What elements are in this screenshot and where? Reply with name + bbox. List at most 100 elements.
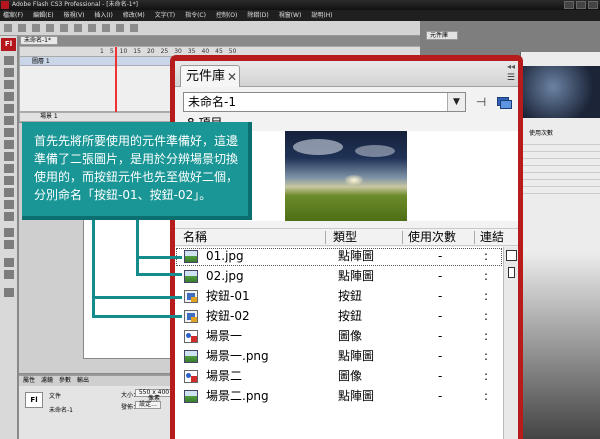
document-select-value: 未命名-1 bbox=[188, 95, 236, 109]
collapse-icon[interactable]: ◂◂ bbox=[507, 62, 515, 71]
tab-parameters[interactable]: 參數 bbox=[59, 376, 71, 386]
snap-icon[interactable] bbox=[130, 24, 138, 32]
column-name-header[interactable]: 名稱 bbox=[183, 229, 207, 246]
menu-edit[interactable]: 編輯(E) bbox=[33, 10, 53, 21]
menu-modify[interactable]: 修改(M) bbox=[123, 10, 145, 21]
publish-settings-button[interactable]: 設定... bbox=[135, 401, 161, 409]
list-item[interactable] bbox=[521, 138, 600, 145]
library-item-02-jpg[interactable]: 02.jpg 點陣圖 - : bbox=[175, 267, 503, 287]
narrow-view-icon[interactable] bbox=[508, 267, 515, 278]
menu-control[interactable]: 控制(O) bbox=[216, 10, 237, 21]
brush-tool-icon[interactable] bbox=[4, 164, 14, 173]
column-type-header[interactable]: 類型 bbox=[333, 229, 357, 246]
graphic-symbol-icon bbox=[184, 330, 198, 343]
library-item-scene-one[interactable]: 場景一 圖像 - : bbox=[175, 327, 503, 347]
tab-properties[interactable]: 屬性 bbox=[23, 376, 35, 386]
panel-menu-icon[interactable]: ☰ bbox=[507, 73, 515, 83]
new-library-panel-icon[interactable] bbox=[495, 93, 513, 111]
menu-view[interactable]: 檢視(V) bbox=[64, 10, 85, 21]
redo-icon[interactable] bbox=[116, 24, 124, 32]
cut-icon[interactable] bbox=[60, 24, 68, 32]
column-divider[interactable] bbox=[474, 231, 475, 244]
hand-tool-icon[interactable] bbox=[4, 228, 14, 237]
document-size-button[interactable]: 550 x 400 像素 bbox=[135, 389, 173, 402]
undo-icon[interactable] bbox=[102, 24, 110, 32]
column-linkage-header[interactable]: 連結 bbox=[480, 229, 504, 246]
column-headers: 名稱 類型 使用次數 連結 bbox=[175, 228, 518, 246]
menu-help[interactable]: 說明(H) bbox=[311, 10, 332, 21]
paste-icon[interactable] bbox=[88, 24, 96, 32]
chevron-down-icon[interactable]: ▼ bbox=[447, 93, 465, 111]
new-file-icon[interactable] bbox=[4, 24, 12, 32]
library-item-scene-two-png[interactable]: 場景二.png 點陣圖 - : bbox=[175, 387, 503, 407]
list-item[interactable] bbox=[521, 152, 600, 159]
item-type: 點陣圖 bbox=[338, 389, 375, 403]
line-tool-icon[interactable] bbox=[4, 128, 14, 137]
copy-icon[interactable] bbox=[74, 24, 82, 32]
list-item[interactable] bbox=[521, 173, 600, 180]
pen-tool-icon[interactable] bbox=[4, 104, 14, 113]
wide-view-icon[interactable] bbox=[506, 250, 517, 261]
list-item[interactable] bbox=[521, 187, 600, 194]
paint-bucket-tool-icon[interactable] bbox=[4, 188, 14, 197]
library-item-01-jpg[interactable]: 01.jpg 點陣圖 - : bbox=[175, 247, 503, 267]
rectangle-tool-icon[interactable] bbox=[4, 140, 14, 149]
menu-insert[interactable]: 插入(I) bbox=[94, 10, 112, 21]
free-transform-tool-icon[interactable] bbox=[4, 80, 14, 89]
close-window-button[interactable] bbox=[588, 1, 598, 9]
playhead[interactable] bbox=[115, 47, 117, 113]
selection-tool-icon[interactable] bbox=[4, 56, 14, 65]
stroke-color-icon[interactable] bbox=[4, 258, 14, 267]
document-tab[interactable]: 未命名-1* bbox=[20, 36, 58, 45]
maximize-button[interactable] bbox=[576, 1, 586, 9]
lasso-tool-icon[interactable] bbox=[4, 92, 14, 101]
item-name: 場景一.png bbox=[206, 349, 269, 363]
text-tool-icon[interactable] bbox=[4, 116, 14, 125]
list-item[interactable] bbox=[521, 166, 600, 173]
dock-tab-library[interactable]: 元件庫 bbox=[426, 31, 458, 40]
menu-commands[interactable]: 指令(C) bbox=[185, 10, 206, 21]
tab-filters[interactable]: 濾鏡 bbox=[41, 376, 53, 386]
snap-option-icon[interactable] bbox=[4, 288, 14, 297]
tab-output[interactable]: 輸出 bbox=[77, 376, 89, 386]
eraser-tool-icon[interactable] bbox=[4, 212, 14, 221]
column-divider[interactable] bbox=[402, 231, 403, 244]
eyedropper-tool-icon[interactable] bbox=[4, 200, 14, 209]
menu-window[interactable]: 視窗(W) bbox=[279, 10, 302, 21]
list-item[interactable] bbox=[521, 159, 600, 166]
connector-line bbox=[92, 220, 95, 318]
pin-library-icon[interactable]: ⊣ bbox=[472, 93, 490, 111]
minimize-button[interactable] bbox=[564, 1, 574, 9]
subselection-tool-icon[interactable] bbox=[4, 68, 14, 77]
menu-debug[interactable]: 除錯(D) bbox=[247, 10, 268, 21]
item-linkage: : bbox=[484, 289, 489, 303]
pencil-tool-icon[interactable] bbox=[4, 152, 14, 161]
list-item[interactable] bbox=[521, 145, 600, 152]
menu-file[interactable]: 檔案(F) bbox=[3, 10, 23, 21]
save-icon[interactable] bbox=[32, 24, 40, 32]
library-item-button-02[interactable]: 按鈕-02 按鈕 - : bbox=[175, 307, 503, 327]
zoom-tool-icon[interactable] bbox=[4, 240, 14, 249]
print-icon[interactable] bbox=[46, 24, 54, 32]
menu-text[interactable]: 文字(T) bbox=[155, 10, 175, 21]
column-divider[interactable] bbox=[325, 231, 326, 244]
library-tab[interactable]: 元件庫 ✕ bbox=[180, 65, 240, 87]
dock-library-panel: 使用次數 bbox=[520, 52, 600, 439]
item-name: 場景二.png bbox=[206, 389, 269, 403]
layer-name[interactable]: 圖層 1 bbox=[32, 57, 50, 66]
connector-line bbox=[92, 315, 182, 318]
list-item[interactable] bbox=[521, 180, 600, 187]
library-panel-body: 元件庫 ✕ ◂◂ ☰ 未命名-1 ▼ ⊣ 8 項目 名稱 類型 bbox=[175, 61, 518, 439]
ink-bottle-tool-icon[interactable] bbox=[4, 176, 14, 185]
library-item-scene-one-png[interactable]: 場景一.png 點陣圖 - : bbox=[175, 347, 503, 367]
bitmap-icon bbox=[184, 350, 198, 363]
column-use-count-header[interactable]: 使用次數 bbox=[408, 229, 456, 246]
library-item-button-01[interactable]: 按鈕-01 按鈕 - : bbox=[175, 287, 503, 307]
fill-color-icon[interactable] bbox=[4, 270, 14, 279]
library-item-scene-two[interactable]: 場景二 圖像 - : bbox=[175, 367, 503, 387]
close-icon[interactable]: ✕ bbox=[227, 69, 237, 85]
open-file-icon[interactable] bbox=[18, 24, 26, 32]
frame-tick: 5 bbox=[109, 48, 114, 55]
document-select[interactable]: 未命名-1 ▼ bbox=[183, 92, 466, 112]
document-name: 未命名-1 bbox=[49, 407, 73, 414]
